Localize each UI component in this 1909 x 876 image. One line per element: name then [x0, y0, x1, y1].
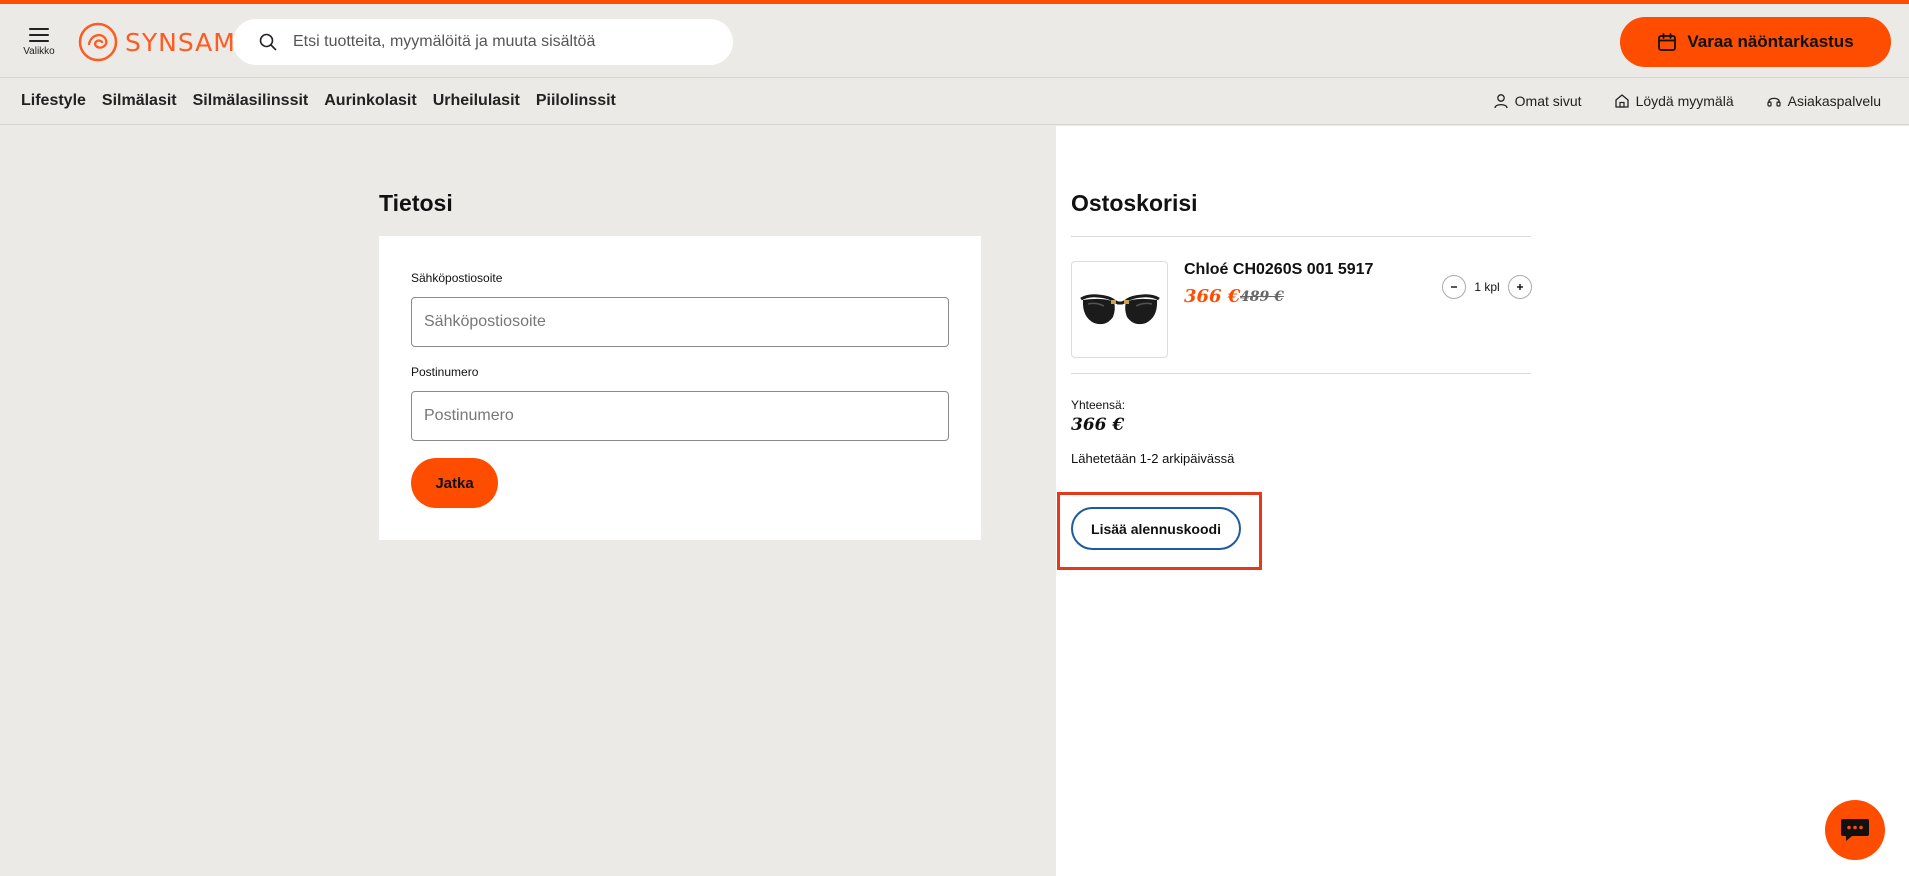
cart-divider-bottom	[1071, 373, 1531, 374]
chat-icon	[1841, 819, 1869, 841]
postal-code-label: Postinumero	[411, 365, 479, 379]
utility-links: Omat sivut Löydä myymälä Asiakaspalvelu	[1461, 93, 1881, 109]
product-name[interactable]: Chloé CH0260S 001 5917	[1184, 261, 1373, 279]
site-header: Valikko SYNSAM Varaa näöntarkastus	[0, 4, 1909, 78]
book-eye-exam-button[interactable]: Varaa näöntarkastus	[1620, 17, 1891, 67]
cart-title: Ostoskorisi	[1071, 190, 1198, 216]
synsam-logo-icon	[78, 22, 118, 62]
synsam-logo[interactable]: SYNSAM	[78, 21, 236, 63]
headset-icon	[1767, 97, 1781, 107]
sunglasses-image	[1079, 293, 1160, 324]
find-store-link[interactable]: Löydä myymälä	[1614, 93, 1734, 109]
book-eye-exam-label: Varaa näöntarkastus	[1687, 32, 1854, 51]
my-pages-link[interactable]: Omat sivut	[1493, 93, 1582, 109]
email-label: Sähköpostiosoite	[411, 271, 503, 285]
product-price: 366 €	[1184, 286, 1241, 307]
email-field[interactable]	[411, 297, 949, 347]
calendar-icon	[1658, 33, 1677, 51]
details-form: Sähköpostiosoite Postinumero Jatka	[379, 236, 981, 540]
nav-link-aurinkolasit[interactable]: Aurinkolasit	[324, 92, 416, 110]
nav-link-lifestyle[interactable]: Lifestyle	[21, 92, 86, 110]
decrease-quantity-button[interactable]	[1442, 275, 1466, 299]
shipping-info: Lähetetään 1-2 arkipäivässä	[1071, 451, 1235, 466]
store-icon	[1614, 94, 1629, 108]
nav-link-silmalasilinssit[interactable]: Silmälasilinssit	[193, 92, 309, 110]
search-bar[interactable]	[233, 19, 733, 65]
continue-button[interactable]: Jatka	[411, 458, 498, 508]
logo-wordmark: SYNSAM	[125, 27, 236, 57]
chat-button[interactable]	[1825, 800, 1885, 860]
search-input[interactable]	[293, 33, 713, 51]
main-navigation: Lifestyle Silmälasit Silmälasilinssit Au…	[0, 79, 1909, 125]
user-icon	[1494, 94, 1508, 109]
cart-divider-top	[1071, 236, 1531, 237]
increase-quantity-button[interactable]	[1508, 275, 1532, 299]
nav-link-piilolinssit[interactable]: Piilolinssit	[536, 92, 616, 110]
total-label: Yhteensä:	[1071, 398, 1126, 412]
minus-icon	[1451, 286, 1457, 288]
total-value: 366 €	[1071, 415, 1125, 435]
quantity-value: 1 kpl	[1474, 280, 1500, 294]
plus-icon	[1517, 284, 1523, 290]
add-discount-code-button[interactable]: Lisää alennuskoodi	[1071, 507, 1241, 550]
nav-link-silmalasit[interactable]: Silmälasit	[102, 92, 177, 110]
customer-service-link[interactable]: Asiakaspalvelu	[1766, 93, 1881, 109]
customer-service-label: Asiakaspalvelu	[1787, 93, 1881, 109]
find-store-label: Löydä myymälä	[1635, 93, 1734, 109]
menu-label: Valikko	[23, 46, 55, 57]
category-links: Lifestyle Silmälasit Silmälasilinssit Au…	[21, 92, 632, 110]
menu-button[interactable]: Valikko	[18, 24, 60, 64]
hamburger-icon	[29, 28, 49, 42]
postal-code-field[interactable]	[411, 391, 949, 441]
details-title: Tietosi	[379, 190, 453, 216]
my-pages-label: Omat sivut	[1514, 93, 1582, 109]
nav-link-urheilulasit[interactable]: Urheilulasit	[433, 92, 520, 110]
product-image[interactable]	[1071, 261, 1168, 358]
quantity-stepper: 1 kpl	[1442, 275, 1532, 299]
product-original-price: 489 €	[1240, 289, 1284, 305]
search-icon	[259, 33, 277, 51]
